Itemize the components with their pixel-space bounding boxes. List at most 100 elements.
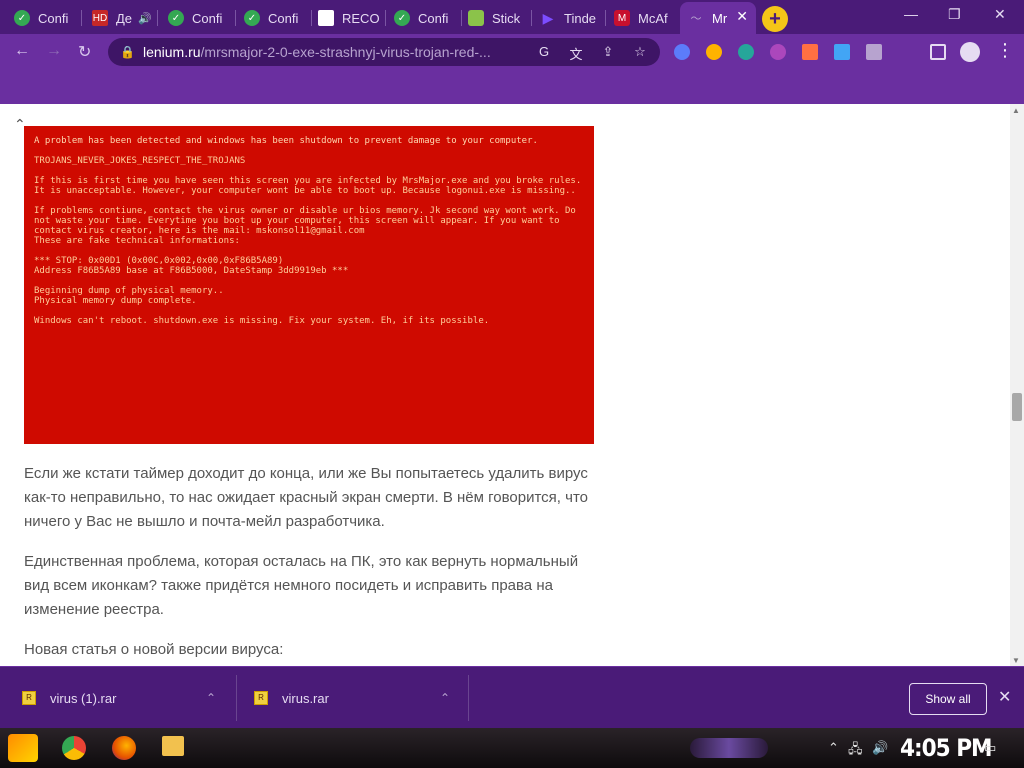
tab-label: Tinde <box>564 10 597 26</box>
tab-close-icon[interactable]: ✕ <box>736 8 748 25</box>
article-paragraph: Если же кстати таймер доходит до конца, … <box>24 465 588 530</box>
tab-6[interactable]: Stick <box>460 4 532 32</box>
share-icon[interactable]: ⇪ <box>600 44 616 60</box>
extension-icon-2[interactable] <box>706 44 722 60</box>
puzzle-icon[interactable] <box>866 44 882 60</box>
firefox-icon[interactable] <box>112 736 136 760</box>
bsod-line: Windows can't reboot. shutdown.exe is mi… <box>34 316 490 326</box>
document-icon <box>318 10 334 26</box>
volume-icon[interactable]: 🔊 <box>872 740 888 756</box>
close-icon[interactable]: ✕ <box>998 687 1011 707</box>
taskbar: ⌃ 🖧 🔊 4:05 PM ▭ <box>0 728 1024 768</box>
chevron-up-icon[interactable]: ⌃ <box>440 691 450 705</box>
url-host: lenium.ru <box>142 44 201 60</box>
tab-5[interactable]: ✓ Confi <box>386 4 462 32</box>
tab-1[interactable]: HD Де 🔊 <box>84 4 158 32</box>
bsod-line: If problems contiune, contact the virus … <box>34 206 576 246</box>
check-circle-icon: ✓ <box>394 10 410 26</box>
window-close-icon[interactable]: ✕ <box>994 6 1006 23</box>
chevron-up-icon[interactable]: ⌃ <box>206 691 216 705</box>
bsod-line: *** STOP: 0x00D1 (0x00C,0x002,0x00,0xF86… <box>34 256 349 276</box>
bsod-line: A problem has been detected and windows … <box>34 136 538 146</box>
scroll-down-arrow-icon[interactable]: ▼ <box>1012 656 1020 665</box>
scroll-up-arrow-icon[interactable]: ▲ <box>1012 106 1020 115</box>
show-all-button[interactable]: Show all <box>909 683 987 715</box>
extension-icon-1[interactable] <box>674 44 690 60</box>
taskbar-decoration <box>690 738 768 758</box>
speaker-icon[interactable]: 🔊 <box>138 12 152 25</box>
download-item[interactable]: R virus (1).rar ⌃ <box>22 667 222 729</box>
bookmark-bar <box>0 70 1024 104</box>
address-bar[interactable]: 🔒 lenium.ru /mrsmajor-2-0-exe-strashnyj-… <box>108 38 660 66</box>
tab-strip: ✓ Confi HD Де 🔊 ✓ Confi ✓ Confi RECO ✓ C… <box>0 0 1024 34</box>
reload-icon[interactable]: ↻ <box>78 42 91 62</box>
sticker-icon <box>468 10 484 26</box>
extension-icon-5[interactable] <box>802 44 818 60</box>
download-filename: virus (1).rar <box>50 690 117 706</box>
tab-7[interactable]: ▶ Tinde <box>532 4 606 32</box>
extension-icon-4[interactable] <box>770 44 786 60</box>
side-panel-icon[interactable] <box>930 44 946 60</box>
page-scrollbar[interactable] <box>1010 104 1024 666</box>
download-filename: virus.rar <box>282 690 329 706</box>
tab-label: Mr <box>712 10 728 26</box>
chrome-icon[interactable] <box>62 736 86 760</box>
download-separator <box>468 675 469 721</box>
back-arrow-icon[interactable]: ← <box>14 42 30 60</box>
check-circle-icon: ✓ <box>244 10 260 26</box>
check-circle-icon: ✓ <box>168 10 184 26</box>
download-bar: R virus (1).rar ⌃ R virus.rar ⌃ Show all… <box>0 666 1024 728</box>
browser-toolbar: ← → ↻ 🔒 lenium.ru /mrsmajor-2-0-exe-stra… <box>0 34 1024 70</box>
url-path: /mrsmajor-2-0-exe-strashnyj-virus-trojan… <box>200 44 491 60</box>
tab-label: Confi <box>192 10 223 26</box>
rar-file-icon: R <box>22 691 36 705</box>
chevron-up-icon[interactable]: ⌃ <box>828 740 839 756</box>
notification-icon[interactable]: ▭ <box>984 740 996 756</box>
extension-icon-6[interactable] <box>834 44 850 60</box>
start-button[interactable] <box>8 734 38 762</box>
play-icon: ▶ <box>542 9 554 26</box>
page-content: ⌃ A problem has been detected and window… <box>0 104 1024 666</box>
tab-label: Confi <box>418 10 449 26</box>
download-item[interactable]: R virus.rar ⌃ <box>254 667 454 729</box>
rar-file-icon: R <box>254 691 268 705</box>
minimize-icon[interactable]: — <box>904 6 918 22</box>
site-icon: 〜 <box>690 13 702 25</box>
tab-3[interactable]: ✓ Confi <box>236 4 312 32</box>
network-icon[interactable]: 🖧 <box>848 740 863 762</box>
bsod-line: Beginning dump of physical memory.. Phys… <box>34 286 224 306</box>
tab-label: Confi <box>38 10 69 26</box>
check-circle-icon: ✓ <box>14 10 30 26</box>
tab-2[interactable]: ✓ Confi <box>160 4 236 32</box>
tab-0[interactable]: ✓ Confi <box>6 4 82 32</box>
tab-label: McAf <box>638 10 668 26</box>
bookmark-star-icon[interactable]: ☆ <box>632 44 648 60</box>
bsod-line: TROJANS_NEVER_JOKES_RESPECT_THE_TROJANS <box>34 156 246 166</box>
hd-icon: HD <box>92 10 108 26</box>
avatar[interactable] <box>960 42 980 62</box>
tab-label: RECO <box>342 10 380 26</box>
scrollbar-thumb[interactable] <box>1012 393 1022 421</box>
article-paragraph: Новая статья о новой версии вируса: <box>24 641 284 658</box>
forward-arrow-icon[interactable]: → <box>46 42 62 60</box>
tab-label: Confi <box>268 10 299 26</box>
red-screen-image: A problem has been detected and windows … <box>24 126 594 444</box>
folder-icon[interactable] <box>162 736 184 756</box>
tab-9-active[interactable]: 〜 Mr ✕ <box>680 2 756 34</box>
tab-4[interactable]: RECO <box>310 4 386 32</box>
google-lens-icon[interactable]: G <box>536 44 552 60</box>
article-paragraph: Единственная проблема, которая осталась … <box>24 553 579 618</box>
restore-icon[interactable]: ❐ <box>948 6 961 23</box>
taskbar-clock[interactable]: 4:05 PM <box>900 734 993 762</box>
tab-separator <box>81 10 82 26</box>
menu-dots-icon[interactable]: ⋮ <box>996 40 1014 61</box>
new-tab-button[interactable]: + <box>762 6 788 32</box>
tab-label: Stick <box>492 10 521 26</box>
tab-8[interactable]: M McAf <box>606 4 678 32</box>
bsod-line: If this is first time you have seen this… <box>34 176 587 196</box>
lock-icon[interactable]: 🔒 <box>120 45 135 59</box>
mcafee-shield-icon: M <box>614 10 630 26</box>
extension-icon-3[interactable] <box>738 44 754 60</box>
tab-separator <box>157 10 158 26</box>
translate-icon[interactable]: 文 <box>568 44 584 62</box>
